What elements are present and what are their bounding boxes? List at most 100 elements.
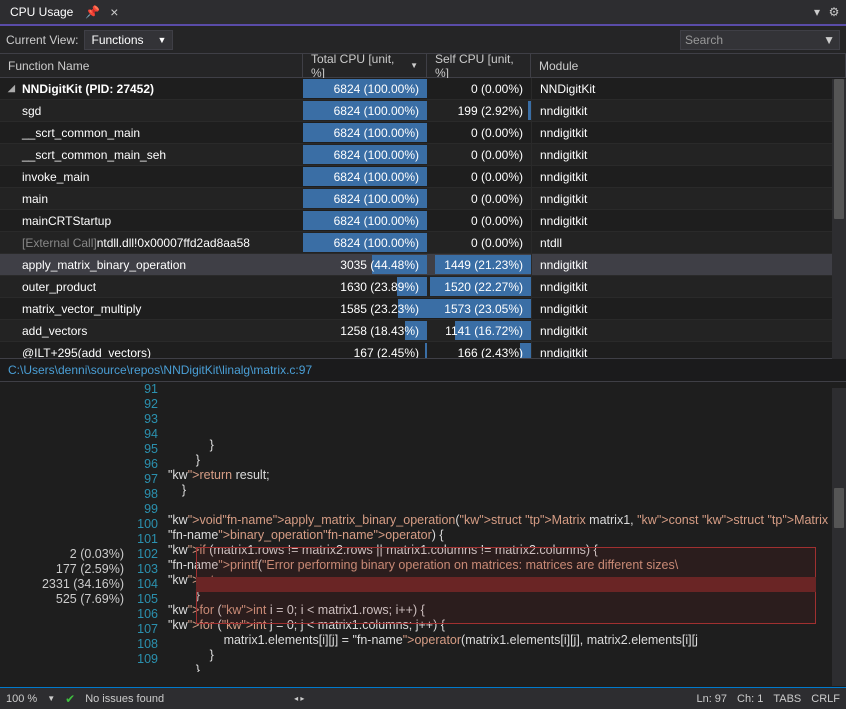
col-module[interactable]: Module — [531, 54, 846, 77]
chevron-down-icon[interactable]: ▼ — [823, 33, 835, 47]
code-viewer: 2 (0.03%)177 (2.59%)2331 (34.16%)525 (7.… — [0, 382, 846, 672]
tab-title: CPU Usage — [4, 1, 79, 23]
self-cpu-cell: 1520 (22.27%) — [427, 276, 531, 297]
col-total-cpu[interactable]: Total CPU [unit, %]▼ — [303, 54, 427, 77]
scroll-thumb[interactable] — [834, 79, 844, 219]
code-line[interactable] — [168, 498, 846, 513]
zoom-level[interactable]: 100 % — [6, 693, 37, 705]
self-cpu-cell: 0 (0.00%) — [427, 78, 531, 99]
module-cell: nndigitkit — [531, 254, 846, 275]
lineno: 92 — [132, 397, 158, 412]
line-indicator[interactable]: Ln: 97 — [696, 693, 727, 705]
module-cell: nndigitkit — [531, 276, 846, 297]
view-selector[interactable]: Functions ▼ — [84, 30, 173, 50]
stat — [0, 442, 124, 457]
table-row[interactable]: [External Call] ntdll.dll!0x00007ffd2ad8… — [0, 232, 846, 254]
lineno: 101 — [132, 532, 158, 547]
self-cpu-cell: 0 (0.00%) — [427, 166, 531, 187]
table-row[interactable]: main6824 (100.00%)0 (0.00%)nndigitkit — [0, 188, 846, 210]
scroll-thumb[interactable] — [834, 488, 844, 528]
table-row[interactable]: @ILT+295(add_vectors)167 (2.45%)166 (2.4… — [0, 342, 846, 358]
stat — [0, 457, 124, 472]
fn-cell: [External Call] ntdll.dll!0x00007ffd2ad8… — [0, 232, 303, 253]
lineno: 103 — [132, 562, 158, 577]
module-cell: nndigitkit — [531, 100, 846, 121]
self-cpu-cell: 0 (0.00%) — [427, 144, 531, 165]
sort-desc-icon: ▼ — [410, 61, 418, 70]
code-line[interactable]: "kw">return result; — [168, 468, 846, 483]
stat: 2331 (34.16%) — [0, 577, 124, 592]
gear-icon[interactable]: ⚙ — [826, 4, 842, 20]
lineno: 94 — [132, 427, 158, 442]
close-tab-icon[interactable]: × — [106, 4, 122, 20]
module-cell: nndigitkit — [531, 188, 846, 209]
pin-icon[interactable]: 📌 — [85, 5, 100, 19]
self-cpu-cell: 1449 (21.23%) — [427, 254, 531, 275]
fn-cell: outer_product — [0, 276, 303, 297]
code-line[interactable]: } — [168, 453, 846, 468]
search-input[interactable] — [685, 33, 815, 47]
chevron-down-icon: ▼ — [158, 35, 167, 45]
module-cell: NNDigitKit — [531, 78, 846, 99]
col-self-cpu[interactable]: Self CPU [unit, %] — [427, 54, 531, 77]
table-row[interactable]: outer_product1630 (23.89%)1520 (22.27%)n… — [0, 276, 846, 298]
code-line[interactable]: } — [168, 663, 846, 672]
table-row[interactable]: apply_matrix_binary_operation3035 (44.48… — [0, 254, 846, 276]
expand-icon[interactable]: ◢ — [8, 83, 20, 94]
lineno: 99 — [132, 502, 158, 517]
table-row[interactable]: __scrt_common_main_seh6824 (100.00%)0 (0… — [0, 144, 846, 166]
total-cpu-cell: 6824 (100.00%) — [303, 78, 427, 99]
table-row[interactable]: sgd6824 (100.00%)199 (2.92%)nndigitkit — [0, 100, 846, 122]
total-cpu-cell: 6824 (100.00%) — [303, 100, 427, 121]
table-row[interactable]: matrix_vector_multiply1585 (23.23%)1573 … — [0, 298, 846, 320]
self-cpu-cell: 199 (2.92%) — [427, 100, 531, 121]
stat — [0, 607, 124, 622]
chevron-down-icon[interactable]: ▼ — [47, 694, 55, 703]
chevron-icon[interactable]: ◂ ▸ — [294, 694, 304, 703]
code-line[interactable]: } — [168, 648, 846, 663]
module-cell: nndigitkit — [531, 210, 846, 231]
toolbar: Current View: Functions ▼ ▼ — [0, 26, 846, 54]
col-function-name[interactable]: Function Name — [0, 54, 303, 77]
stat — [0, 427, 124, 442]
lineno: 97 — [132, 472, 158, 487]
total-cpu-cell: 6824 (100.00%) — [303, 144, 427, 165]
issues-text[interactable]: No issues found — [85, 693, 164, 705]
char-indicator[interactable]: Ch: 1 — [737, 693, 763, 705]
code-scrollbar[interactable] — [832, 388, 846, 686]
self-cpu-cell: 166 (2.43%) — [427, 342, 531, 358]
stat — [0, 502, 124, 517]
ok-icon: ✔ — [65, 692, 75, 706]
fn-cell: __scrt_common_main — [0, 122, 303, 143]
module-cell: nndigitkit — [531, 122, 846, 143]
search-box[interactable]: ▼ — [680, 30, 840, 50]
stat — [0, 637, 124, 652]
table-row[interactable]: ◢NNDigitKit (PID: 27452)6824 (100.00%)0 … — [0, 78, 846, 100]
stat — [0, 622, 124, 637]
fn-cell: invoke_main — [0, 166, 303, 187]
stat — [0, 517, 124, 532]
fn-cell: main — [0, 188, 303, 209]
table-row[interactable]: add_vectors1258 (18.43%)1141 (16.72%)nnd… — [0, 320, 846, 342]
code-line[interactable]: } — [168, 438, 846, 453]
window-menu-icon[interactable]: ▾ — [814, 5, 820, 19]
lineno: 91 — [132, 382, 158, 397]
table-row[interactable]: invoke_main6824 (100.00%)0 (0.00%)nndigi… — [0, 166, 846, 188]
code-line[interactable]: matrix1.elements[i][j] = "fn-name">opera… — [168, 633, 846, 648]
table-scrollbar[interactable] — [832, 79, 846, 359]
lineno: 108 — [132, 637, 158, 652]
code-line[interactable]: "fn-name">binary_operation "fn-name">ope… — [168, 528, 846, 543]
code-line[interactable]: "kw">void "fn-name">apply_matrix_binary_… — [168, 513, 846, 528]
code-line[interactable]: } — [168, 483, 846, 498]
module-cell: nndigitkit — [531, 166, 846, 187]
crlf-indicator[interactable]: CRLF — [811, 693, 840, 705]
stat — [0, 652, 124, 667]
table-row[interactable]: __scrt_common_main6824 (100.00%)0 (0.00%… — [0, 122, 846, 144]
fn-cell: add_vectors — [0, 320, 303, 341]
tabs-indicator[interactable]: TABS — [773, 693, 801, 705]
code-content[interactable]: } } "kw">return result; } "kw">void "fn-… — [168, 382, 846, 672]
gutter-stats: 2 (0.03%)177 (2.59%)2331 (34.16%)525 (7.… — [0, 382, 132, 672]
module-cell: nndigitkit — [531, 342, 846, 358]
table-row[interactable]: mainCRTStartup6824 (100.00%)0 (0.00%)nnd… — [0, 210, 846, 232]
module-cell: ntdll — [531, 232, 846, 253]
